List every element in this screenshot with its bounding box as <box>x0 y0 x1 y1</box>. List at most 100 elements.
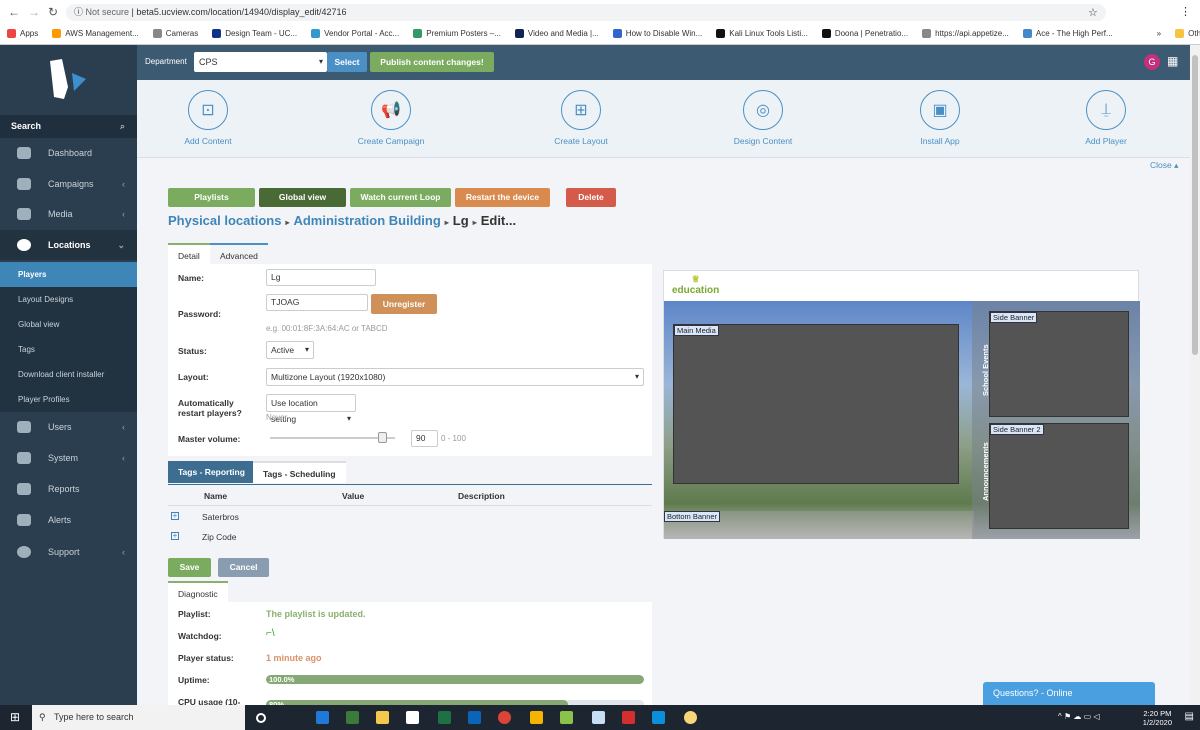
unregister-button[interactable]: Unregister <box>371 294 437 314</box>
app-icon[interactable] <box>592 711 605 724</box>
other-bookmarks[interactable]: Other bookmarks <box>1168 28 1200 38</box>
close-link[interactable]: Close ▴ <box>1150 160 1178 171</box>
password-field[interactable]: TJOAG <box>266 294 368 311</box>
outlook-icon[interactable] <box>468 711 481 724</box>
breadcrumb-building[interactable]: Administration Building <box>293 213 440 228</box>
bookmark[interactable]: Ace - The High Perf... <box>1016 28 1120 38</box>
layout-select[interactable]: Multizone Layout (1920x1080) <box>266 368 644 386</box>
status-select[interactable]: Active <box>266 341 314 359</box>
back-icon[interactable]: ← <box>8 5 20 19</box>
volume-field[interactable]: 90 <box>411 430 438 447</box>
cortana-icon[interactable] <box>256 713 266 723</box>
forward-icon[interactable]: → <box>28 5 40 19</box>
bookmark[interactable]: Cameras <box>146 28 205 38</box>
sidebar-item-users[interactable]: Users ‹ <box>0 412 137 442</box>
sidebar-item-media[interactable]: Media ‹ <box>0 199 137 229</box>
sidebar-sub-player-profiles[interactable]: Player Profiles <box>0 387 137 412</box>
tab-advanced[interactable]: Advanced <box>210 243 268 265</box>
grid-icon[interactable]: ▦ <box>1167 55 1179 67</box>
sidebar-item-reports[interactable]: Reports <box>0 474 137 504</box>
volume-slider-handle[interactable] <box>377 432 387 443</box>
add-content-icon: ⊡ <box>188 90 228 130</box>
restart-device-button[interactable]: Restart the device <box>455 188 550 207</box>
bookmark[interactable]: Design Team - UC... <box>205 28 304 38</box>
breadcrumb-physical-locations[interactable]: Physical locations <box>168 213 281 228</box>
app-icon[interactable] <box>530 711 543 724</box>
sidebar-item-locations[interactable]: Locations ⌄ <box>0 230 137 260</box>
app-icon: ▣ <box>920 90 960 130</box>
install-app-action[interactable]: ▣ Install App <box>885 90 995 146</box>
sidebar-sub-layout-designs[interactable]: Layout Designs <box>0 287 137 312</box>
app-icon[interactable] <box>560 711 573 724</box>
cancel-button[interactable]: Cancel <box>218 558 269 577</box>
edge-icon[interactable] <box>316 711 329 724</box>
store-icon[interactable] <box>406 711 419 724</box>
create-layout-action[interactable]: ⊞ Create Layout <box>526 90 636 146</box>
chat-widget[interactable]: Questions? - Online <box>983 682 1155 705</box>
sidebar-item-system[interactable]: System ‹ <box>0 443 137 473</box>
star-icon[interactable]: ☆ <box>1088 6 1098 19</box>
system-tray[interactable]: ^ ⚑ ☁ ▭ ◁ <box>1058 712 1100 721</box>
app-icon[interactable] <box>684 711 697 724</box>
design-content-action[interactable]: ◎ Design Content <box>708 90 818 146</box>
bookmarks-overflow[interactable]: » <box>1150 29 1168 38</box>
restart-select[interactable]: Use location setting <box>266 394 356 427</box>
zone-side-banner-2[interactable]: Side Banner 2 <box>989 423 1129 529</box>
select-button[interactable]: Select <box>327 52 367 72</box>
taskbar-search[interactable]: ⚲ Type here to search <box>32 705 245 730</box>
reload-icon[interactable]: ↻ <box>48 5 58 19</box>
windows-start-icon[interactable]: ⊞ <box>10 710 20 724</box>
tab-diagnostic[interactable]: Diagnostic <box>168 581 228 603</box>
playlists-button[interactable]: Playlists <box>168 188 255 207</box>
bookmark[interactable]: Apps <box>0 28 45 38</box>
sidebar-item-support[interactable]: Support ‹ <box>0 537 137 567</box>
expand-icon[interactable]: + <box>171 532 179 540</box>
chrome-icon[interactable] <box>498 711 511 724</box>
publish-button[interactable]: Publish content changes! <box>370 52 494 72</box>
add-content-action[interactable]: ⊡ Add Content <box>153 90 263 146</box>
sidebar-sub-tags[interactable]: Tags <box>0 337 137 362</box>
sidebar-sub-download[interactable]: Download client installer <box>0 362 137 387</box>
save-button[interactable]: Save <box>168 558 211 577</box>
bookmark[interactable]: Premium Posters –... <box>406 28 508 38</box>
menu-icon[interactable]: ⋮ <box>1180 5 1191 18</box>
file-explorer-icon[interactable] <box>376 711 389 724</box>
bookmark[interactable]: How to Disable Win... <box>606 28 709 38</box>
expand-icon[interactable]: + <box>171 512 179 520</box>
department-select[interactable]: CPS <box>194 52 327 72</box>
bookmark[interactable]: https://api.appetize... <box>915 28 1016 38</box>
sidebar-sub-players[interactable]: Players <box>0 262 137 287</box>
volume-slider[interactable] <box>270 432 395 443</box>
tab-tags-reporting[interactable]: Tags - Reporting <box>168 461 255 483</box>
clock[interactable]: 2:20 PM 1/2/2020 <box>1143 709 1172 727</box>
sidebar-item-dashboard[interactable]: Dashboard <box>0 138 137 168</box>
skype-icon[interactable] <box>652 711 665 724</box>
create-campaign-action[interactable]: 📢 Create Campaign <box>336 90 446 146</box>
app-icon[interactable] <box>622 711 635 724</box>
sidebar-search[interactable]: Search ⌕ <box>0 115 137 138</box>
sidebar-item-campaigns[interactable]: Campaigns ‹ <box>0 169 137 199</box>
zone-side-banner[interactable]: Side Banner <box>989 311 1129 417</box>
name-field[interactable]: Lg <box>266 269 376 286</box>
bookmark[interactable]: Video and Media |... <box>508 28 606 38</box>
notifications-icon[interactable]: ▤ <box>1185 711 1194 722</box>
avatar[interactable]: G <box>1144 54 1160 70</box>
global-view-button[interactable]: Global view <box>259 188 346 207</box>
app-icon[interactable] <box>346 711 359 724</box>
sidebar-item-alerts[interactable]: Alerts <box>0 505 137 535</box>
bookmark[interactable]: AWS Management... <box>45 28 146 38</box>
tab-tags-scheduling[interactable]: Tags - Scheduling <box>253 461 346 483</box>
delete-button[interactable]: Delete <box>566 188 616 207</box>
address-bar[interactable]: ⓘ Not secure | beta5.ucview.com/location… <box>66 4 1106 21</box>
excel-icon[interactable] <box>438 711 451 724</box>
bookmark[interactable]: Kali Linux Tools Listi... <box>709 28 815 38</box>
zone-main-media[interactable]: Main Media <box>673 324 959 484</box>
bookmark[interactable]: Doona | Penetratio... <box>815 28 915 38</box>
watch-loop-button[interactable]: Watch current Loop <box>350 188 451 207</box>
tab-detail[interactable]: Detail <box>168 243 210 265</box>
add-player-action[interactable]: ⍊ Add Player <box>1051 90 1161 146</box>
scrollbar[interactable] <box>1190 45 1200 705</box>
zone-bottom-banner[interactable]: Bottom Banner <box>664 511 974 539</box>
bookmark[interactable]: Vendor Portal - Acc... <box>304 28 406 38</box>
sidebar-sub-global-view[interactable]: Global view <box>0 312 137 337</box>
